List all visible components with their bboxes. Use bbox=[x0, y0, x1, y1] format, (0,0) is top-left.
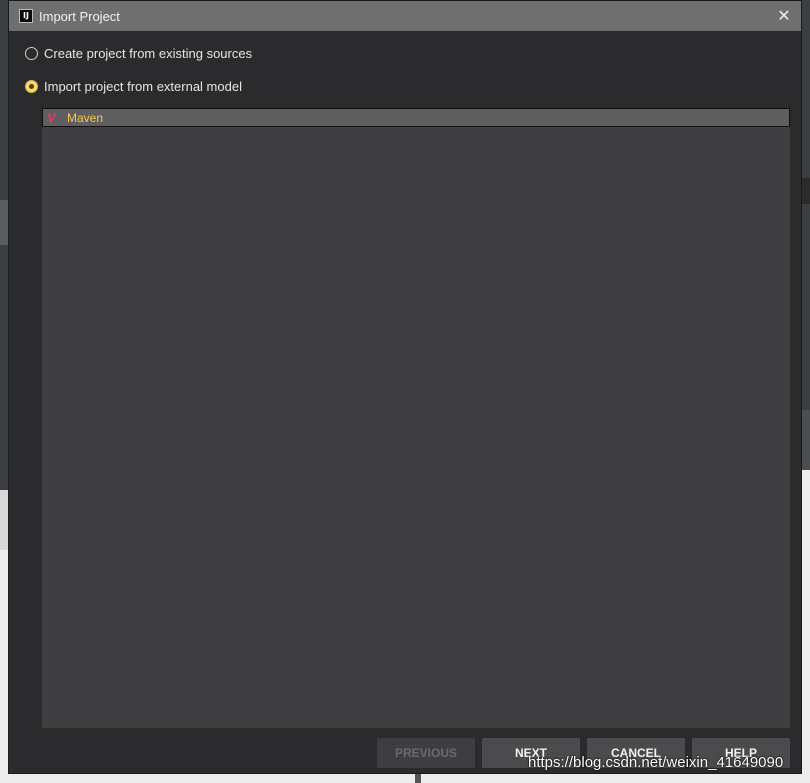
background-window-right-band bbox=[802, 178, 810, 204]
watermark: https://blog.csdn.net/weixin_41649090 bbox=[528, 754, 784, 771]
option-import-external-model[interactable]: Import project from external model bbox=[25, 79, 242, 94]
intellij-icon: IJ bbox=[19, 9, 33, 23]
background-window-left bbox=[0, 0, 8, 490]
option-label: Import project from external model bbox=[44, 79, 242, 94]
option-label: Create project from existing sources bbox=[44, 46, 253, 61]
background-window-right-light bbox=[802, 410, 810, 470]
maven-icon: V bbox=[47, 110, 56, 125]
list-item-maven[interactable]: V Maven bbox=[42, 108, 790, 127]
radio-checked-icon[interactable] bbox=[25, 80, 38, 93]
dialog-title: Import Project bbox=[39, 8, 120, 24]
background-window-left-light bbox=[0, 490, 8, 550]
background-window-left-panel bbox=[0, 200, 8, 245]
dialog-titlebar: IJ Import Project ✕ bbox=[9, 1, 801, 31]
external-model-list[interactable]: V Maven bbox=[41, 107, 791, 729]
background-window-right bbox=[802, 0, 810, 470]
option-create-from-sources[interactable]: Create project from existing sources bbox=[25, 46, 252, 61]
previous-button[interactable]: PREVIOUS bbox=[377, 738, 475, 768]
list-item-label: Maven bbox=[67, 110, 104, 125]
import-project-dialog: IJ Import Project ✕ Create project from … bbox=[8, 0, 802, 774]
radio-unchecked-icon[interactable] bbox=[25, 47, 38, 60]
close-icon[interactable]: ✕ bbox=[775, 7, 793, 25]
